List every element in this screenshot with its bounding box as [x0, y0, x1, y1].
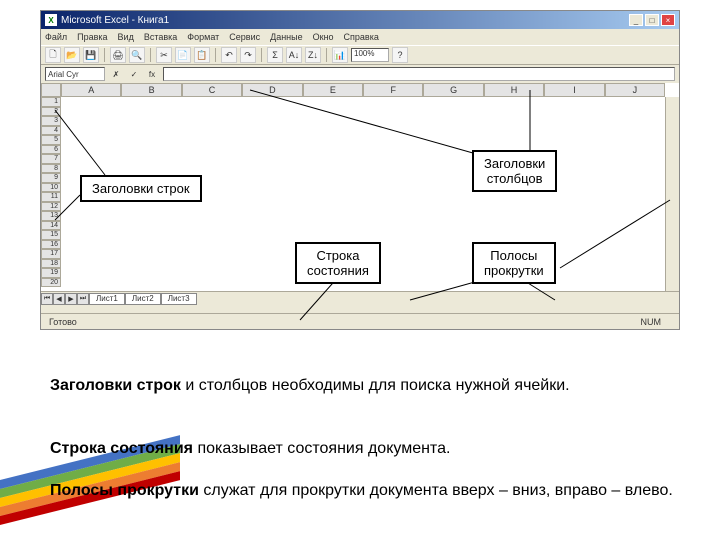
paragraph-statusbar: Строка состояния показывает состояния до… — [50, 438, 680, 460]
callout-row-headers: Заголовки строк — [80, 175, 202, 202]
callout-scrollbars: Полосы прокрутки — [472, 242, 556, 284]
row-header[interactable]: 14 — [41, 221, 61, 231]
col-header-g[interactable]: G — [423, 83, 483, 97]
sheet-tab-row: ⏮ ◀ ▶ ⏭ Лист1 Лист2 Лист3 — [41, 291, 679, 305]
cut-icon[interactable]: ✂ — [156, 47, 172, 63]
p3-rest: служат для прокрутки документа вверх – в… — [199, 482, 673, 499]
chart-icon[interactable]: 📊 — [332, 47, 348, 63]
p2-rest: показывает состояния документа. — [193, 440, 450, 457]
row-header[interactable]: 17 — [41, 249, 61, 259]
help-icon[interactable]: ? — [392, 47, 408, 63]
redo-icon[interactable]: ↷ — [240, 47, 256, 63]
undo-icon[interactable]: ↶ — [221, 47, 237, 63]
sort-asc-icon[interactable]: A↓ — [286, 47, 302, 63]
row-header[interactable]: 18 — [41, 259, 61, 269]
row-header[interactable]: 5 — [41, 135, 61, 145]
row-header[interactable]: 11 — [41, 192, 61, 202]
row-header[interactable]: 16 — [41, 240, 61, 250]
sheet-nav-next-icon[interactable]: ▶ — [65, 293, 77, 305]
menu-window[interactable]: Окно — [313, 32, 334, 42]
preview-icon[interactable]: 🔍 — [129, 47, 145, 63]
menu-file[interactable]: Файл — [45, 32, 67, 42]
row-header[interactable]: 3 — [41, 116, 61, 126]
save-icon[interactable]: 💾 — [83, 47, 99, 63]
name-box[interactable]: Arial Cyr — [45, 67, 105, 81]
col-header-j[interactable]: J — [605, 83, 665, 97]
vertical-scrollbar[interactable] — [665, 97, 679, 291]
maximize-button[interactable]: □ — [645, 14, 659, 26]
standard-toolbar: 🗋 📂 💾 🖨 🔍 ✂ 📄 📋 ↶ ↷ Σ A↓ Z↓ 📊 100% ? — [41, 45, 679, 65]
copy-icon[interactable]: 📄 — [175, 47, 191, 63]
p3-bold: Полосы прокрутки — [50, 482, 199, 499]
sheet-tab-2[interactable]: Лист2 — [125, 293, 161, 305]
paste-icon[interactable]: 📋 — [194, 47, 210, 63]
row-header[interactable]: 6 — [41, 145, 61, 155]
menu-data[interactable]: Данные — [270, 32, 303, 42]
excel-icon: X — [45, 14, 57, 26]
row-header[interactable]: 2 — [41, 107, 61, 117]
column-headers: A B C D E F G H I J — [61, 83, 665, 97]
paragraph-row-col-headers: Заголовки строк и столбцов необходимы дл… — [50, 375, 680, 397]
status-num: NUM — [631, 317, 672, 327]
statusbar: Готово NUM — [41, 313, 679, 329]
menu-view[interactable]: Вид — [118, 32, 134, 42]
menu-format[interactable]: Формат — [187, 32, 219, 42]
row-header[interactable]: 12 — [41, 202, 61, 212]
callout-column-headers: Заголовки столбцов — [472, 150, 557, 192]
print-icon[interactable]: 🖨 — [110, 47, 126, 63]
open-icon[interactable]: 📂 — [64, 47, 80, 63]
row-header[interactable]: 1 — [41, 97, 61, 107]
menu-edit[interactable]: Правка — [77, 32, 107, 42]
row-header[interactable]: 7 — [41, 154, 61, 164]
row-header[interactable]: 13 — [41, 211, 61, 221]
menu-insert[interactable]: Вставка — [144, 32, 177, 42]
fx-icon[interactable]: fx — [145, 67, 159, 81]
enter-icon[interactable]: ✓ — [127, 67, 141, 81]
select-all-corner[interactable] — [41, 83, 61, 97]
window-title: Microsoft Excel - Книга1 — [61, 15, 627, 26]
sheet-nav-last-icon[interactable]: ⏭ — [77, 293, 89, 305]
row-header[interactable]: 10 — [41, 183, 61, 193]
sheet-nav-prev-icon[interactable]: ◀ — [53, 293, 65, 305]
sheet-tab-1[interactable]: Лист1 — [89, 293, 125, 305]
titlebar: X Microsoft Excel - Книга1 _ □ × — [41, 11, 679, 29]
menubar: Файл Правка Вид Вставка Формат Сервис Да… — [41, 29, 679, 45]
col-header-c[interactable]: C — [182, 83, 242, 97]
p1-bold: Заголовки строк — [50, 377, 181, 394]
zoom-box[interactable]: 100% — [351, 48, 389, 62]
col-header-h[interactable]: H — [484, 83, 544, 97]
p2-bold: Строка состояния — [50, 440, 193, 457]
row-header[interactable]: 9 — [41, 173, 61, 183]
cancel-icon[interactable]: ✗ — [109, 67, 123, 81]
col-header-b[interactable]: B — [121, 83, 181, 97]
callout-statusbar: Строка состояния — [295, 242, 381, 284]
sheet-tab-3[interactable]: Лист3 — [161, 293, 197, 305]
sum-icon[interactable]: Σ — [267, 47, 283, 63]
col-header-a[interactable]: A — [61, 83, 121, 97]
col-header-e[interactable]: E — [303, 83, 363, 97]
col-header-f[interactable]: F — [363, 83, 423, 97]
row-header[interactable]: 19 — [41, 268, 61, 278]
minimize-button[interactable]: _ — [629, 14, 643, 26]
formula-input[interactable] — [163, 67, 675, 81]
row-header[interactable]: 15 — [41, 230, 61, 240]
new-icon[interactable]: 🗋 — [45, 47, 61, 63]
close-button[interactable]: × — [661, 14, 675, 26]
row-header[interactable]: 20 — [41, 278, 61, 288]
formula-bar-row: Arial Cyr ✗ ✓ fx — [41, 65, 679, 83]
row-header[interactable]: 4 — [41, 126, 61, 136]
sort-desc-icon[interactable]: Z↓ — [305, 47, 321, 63]
row-headers: 1 2 3 4 5 6 7 8 9 10 11 12 13 14 15 16 1… — [41, 97, 61, 291]
menu-help[interactable]: Справка — [344, 32, 379, 42]
horizontal-scrollbar[interactable] — [201, 293, 679, 305]
status-ready: Готово — [49, 317, 631, 327]
row-header[interactable]: 8 — [41, 164, 61, 174]
menu-tools[interactable]: Сервис — [229, 32, 260, 42]
paragraph-scrollbars: Полосы прокрутки служат для прокрутки до… — [50, 480, 680, 502]
col-header-d[interactable]: D — [242, 83, 302, 97]
p1-rest: и столбцов необходимы для поиска нужной … — [181, 377, 570, 394]
sheet-nav-first-icon[interactable]: ⏮ — [41, 293, 53, 305]
col-header-i[interactable]: I — [544, 83, 604, 97]
